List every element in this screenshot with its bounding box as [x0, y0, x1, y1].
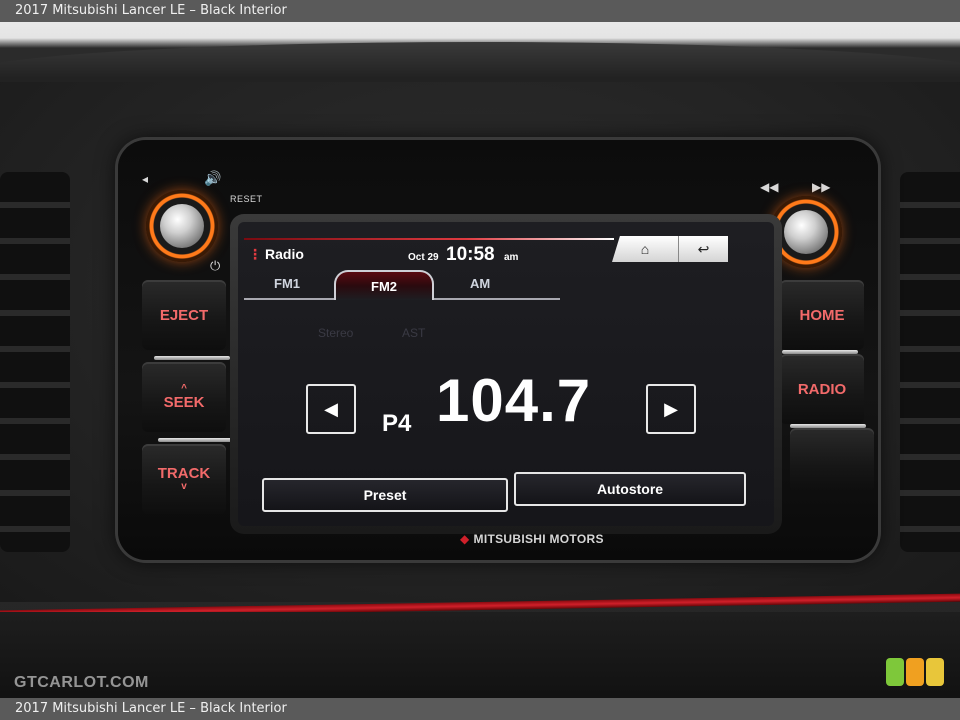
rewind-icon: ◀◀: [760, 180, 779, 194]
menu-dots-icon: ⋮: [248, 246, 262, 262]
volume-knob[interactable]: [146, 190, 218, 262]
next-arrow-icon: ▶: [664, 398, 678, 419]
volume-down-icon: ◂: [142, 172, 149, 186]
band-tabs: FM1 FM2 AM: [238, 270, 568, 300]
seek-label: SEEK: [163, 394, 205, 411]
preset-label: Preset: [363, 487, 407, 503]
caption-top: 2017 Mitsubishi Lancer LE – Black Interi…: [0, 0, 960, 22]
dashboard-photo: ◂ 🔊 RESET ⏻ ◀◀ ▶▶ EJECT ^ SEEK TRACK v H…: [0, 22, 960, 698]
ast-indicator: AST: [402, 326, 426, 340]
tab-am[interactable]: AM: [470, 276, 490, 291]
logo-swatch-yellow: [926, 658, 944, 686]
blank-hardware-button[interactable]: [790, 428, 874, 492]
volume-up-icon: 🔊: [204, 170, 222, 186]
reset-label: RESET: [230, 194, 263, 204]
power-icon: ⏻: [210, 258, 221, 273]
frequency-display: 104.7: [436, 367, 592, 434]
stereo-indicator: Stereo: [318, 326, 354, 340]
source-title-text: Radio: [265, 246, 304, 262]
radio-hardware-button[interactable]: RADIO: [780, 354, 864, 424]
air-vent-left: [0, 172, 70, 552]
preset-number: P4: [382, 410, 412, 437]
eject-label: EJECT: [159, 306, 209, 324]
logo-swatch-orange: [906, 658, 924, 686]
seek-button[interactable]: ^ SEEK: [142, 362, 226, 432]
prev-arrow-icon: ◀: [324, 398, 338, 419]
caption-bottom: 2017 Mitsubishi Lancer LE – Black Interi…: [0, 698, 960, 720]
watermark: GTCARLOT.COM: [14, 674, 149, 691]
back-soft-button[interactable]: ↩: [678, 236, 728, 262]
ampm-display: am: [504, 252, 519, 263]
tab-fm2[interactable]: FM2: [334, 270, 434, 300]
autostore-button[interactable]: Autostore: [514, 472, 746, 506]
next-station-button[interactable]: ▶: [646, 384, 696, 434]
mitsubishi-logo-icon: ◆: [460, 532, 470, 546]
status-line: [244, 238, 614, 240]
brand-label: ◆ MITSUBISHI MOTORS: [460, 532, 604, 546]
screen-bezel: ⋮ Radio Oct 29 10:58 am ⌂ ↩ FM1 FM2 AM St…: [230, 214, 782, 534]
home-soft-button[interactable]: ⌂: [612, 236, 678, 262]
air-vent-right: [900, 172, 960, 552]
home-hardware-button[interactable]: HOME: [780, 280, 864, 350]
button-separator: [154, 356, 230, 360]
logo-swatch-green: [886, 658, 904, 686]
home-icon: ⌂: [640, 241, 650, 257]
preset-button[interactable]: Preset: [262, 478, 508, 512]
clock-display: 10:58: [446, 244, 495, 265]
back-icon: ↩: [697, 240, 710, 257]
button-separator: [158, 438, 234, 442]
radio-label: RADIO: [797, 380, 847, 398]
source-title: ⋮ Radio: [248, 246, 304, 263]
date-display: Oct 29: [408, 252, 439, 263]
head-unit: ◂ 🔊 RESET ⏻ ◀◀ ▶▶ EJECT ^ SEEK TRACK v H…: [118, 140, 878, 560]
home-label: HOME: [799, 306, 845, 324]
brand-text: MITSUBISHI MOTORS: [473, 532, 604, 546]
fast-forward-icon: ▶▶: [812, 180, 831, 194]
prev-station-button[interactable]: ◀: [306, 384, 356, 434]
track-button[interactable]: TRACK v: [142, 444, 226, 514]
arrow-down-icon: v: [181, 481, 187, 492]
tab-fm1[interactable]: FM1: [274, 276, 300, 291]
touchscreen: ⋮ Radio Oct 29 10:58 am ⌂ ↩ FM1 FM2 AM St…: [238, 222, 774, 526]
arrow-up-icon: ^: [181, 383, 187, 394]
eject-button[interactable]: EJECT: [142, 280, 226, 350]
track-label: TRACK: [157, 465, 211, 482]
autostore-label: Autostore: [596, 481, 664, 497]
